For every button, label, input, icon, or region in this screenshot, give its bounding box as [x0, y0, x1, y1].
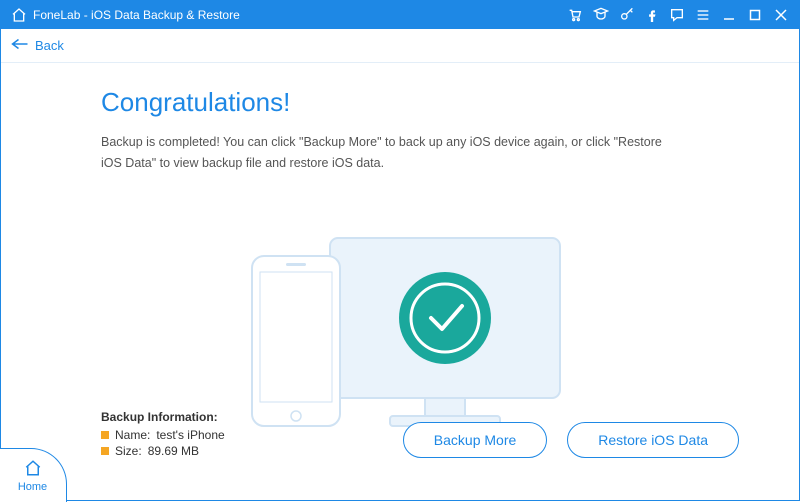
maximize-button[interactable] [747, 7, 763, 23]
main-content: Congratulations! Backup is completed! Yo… [1, 63, 799, 500]
app-home-icon [11, 7, 27, 23]
bottom-bar: Backup Information: Name: test's iPhone … [101, 410, 739, 458]
facebook-icon[interactable] [645, 8, 659, 22]
key-icon[interactable] [619, 7, 635, 23]
back-button[interactable]: Back [11, 37, 64, 54]
cart-icon[interactable] [567, 7, 583, 23]
register-icon[interactable] [593, 7, 609, 23]
name-label: Name: [115, 428, 150, 442]
back-label: Back [35, 38, 64, 53]
backup-info-size: Size: 89.69 MB [101, 444, 225, 458]
home-icon [23, 459, 43, 480]
app-title: FoneLab - iOS Data Backup & Restore [33, 8, 240, 22]
restore-ios-data-button[interactable]: Restore iOS Data [567, 422, 739, 458]
minimize-button[interactable] [721, 7, 737, 23]
backup-info: Backup Information: Name: test's iPhone … [101, 410, 225, 458]
home-label: Home [18, 481, 47, 493]
backup-info-name: Name: test's iPhone [101, 428, 225, 442]
close-button[interactable] [773, 7, 789, 23]
backup-more-button[interactable]: Backup More [403, 422, 547, 458]
size-label: Size: [115, 444, 142, 458]
menu-icon[interactable] [695, 7, 711, 23]
page-title: Congratulations! [101, 87, 719, 118]
back-arrow-icon [11, 37, 29, 54]
name-value: test's iPhone [156, 428, 224, 442]
titlebar: FoneLab - iOS Data Backup & Restore [1, 1, 799, 29]
back-row: Back [1, 29, 799, 63]
page-description: Backup is completed! You can click "Back… [101, 132, 681, 175]
feedback-icon[interactable] [669, 7, 685, 23]
size-value: 89.69 MB [148, 444, 199, 458]
backup-info-title: Backup Information: [101, 410, 225, 424]
action-buttons: Backup More Restore iOS Data [403, 422, 739, 458]
bullet-icon [101, 447, 109, 455]
bullet-icon [101, 431, 109, 439]
